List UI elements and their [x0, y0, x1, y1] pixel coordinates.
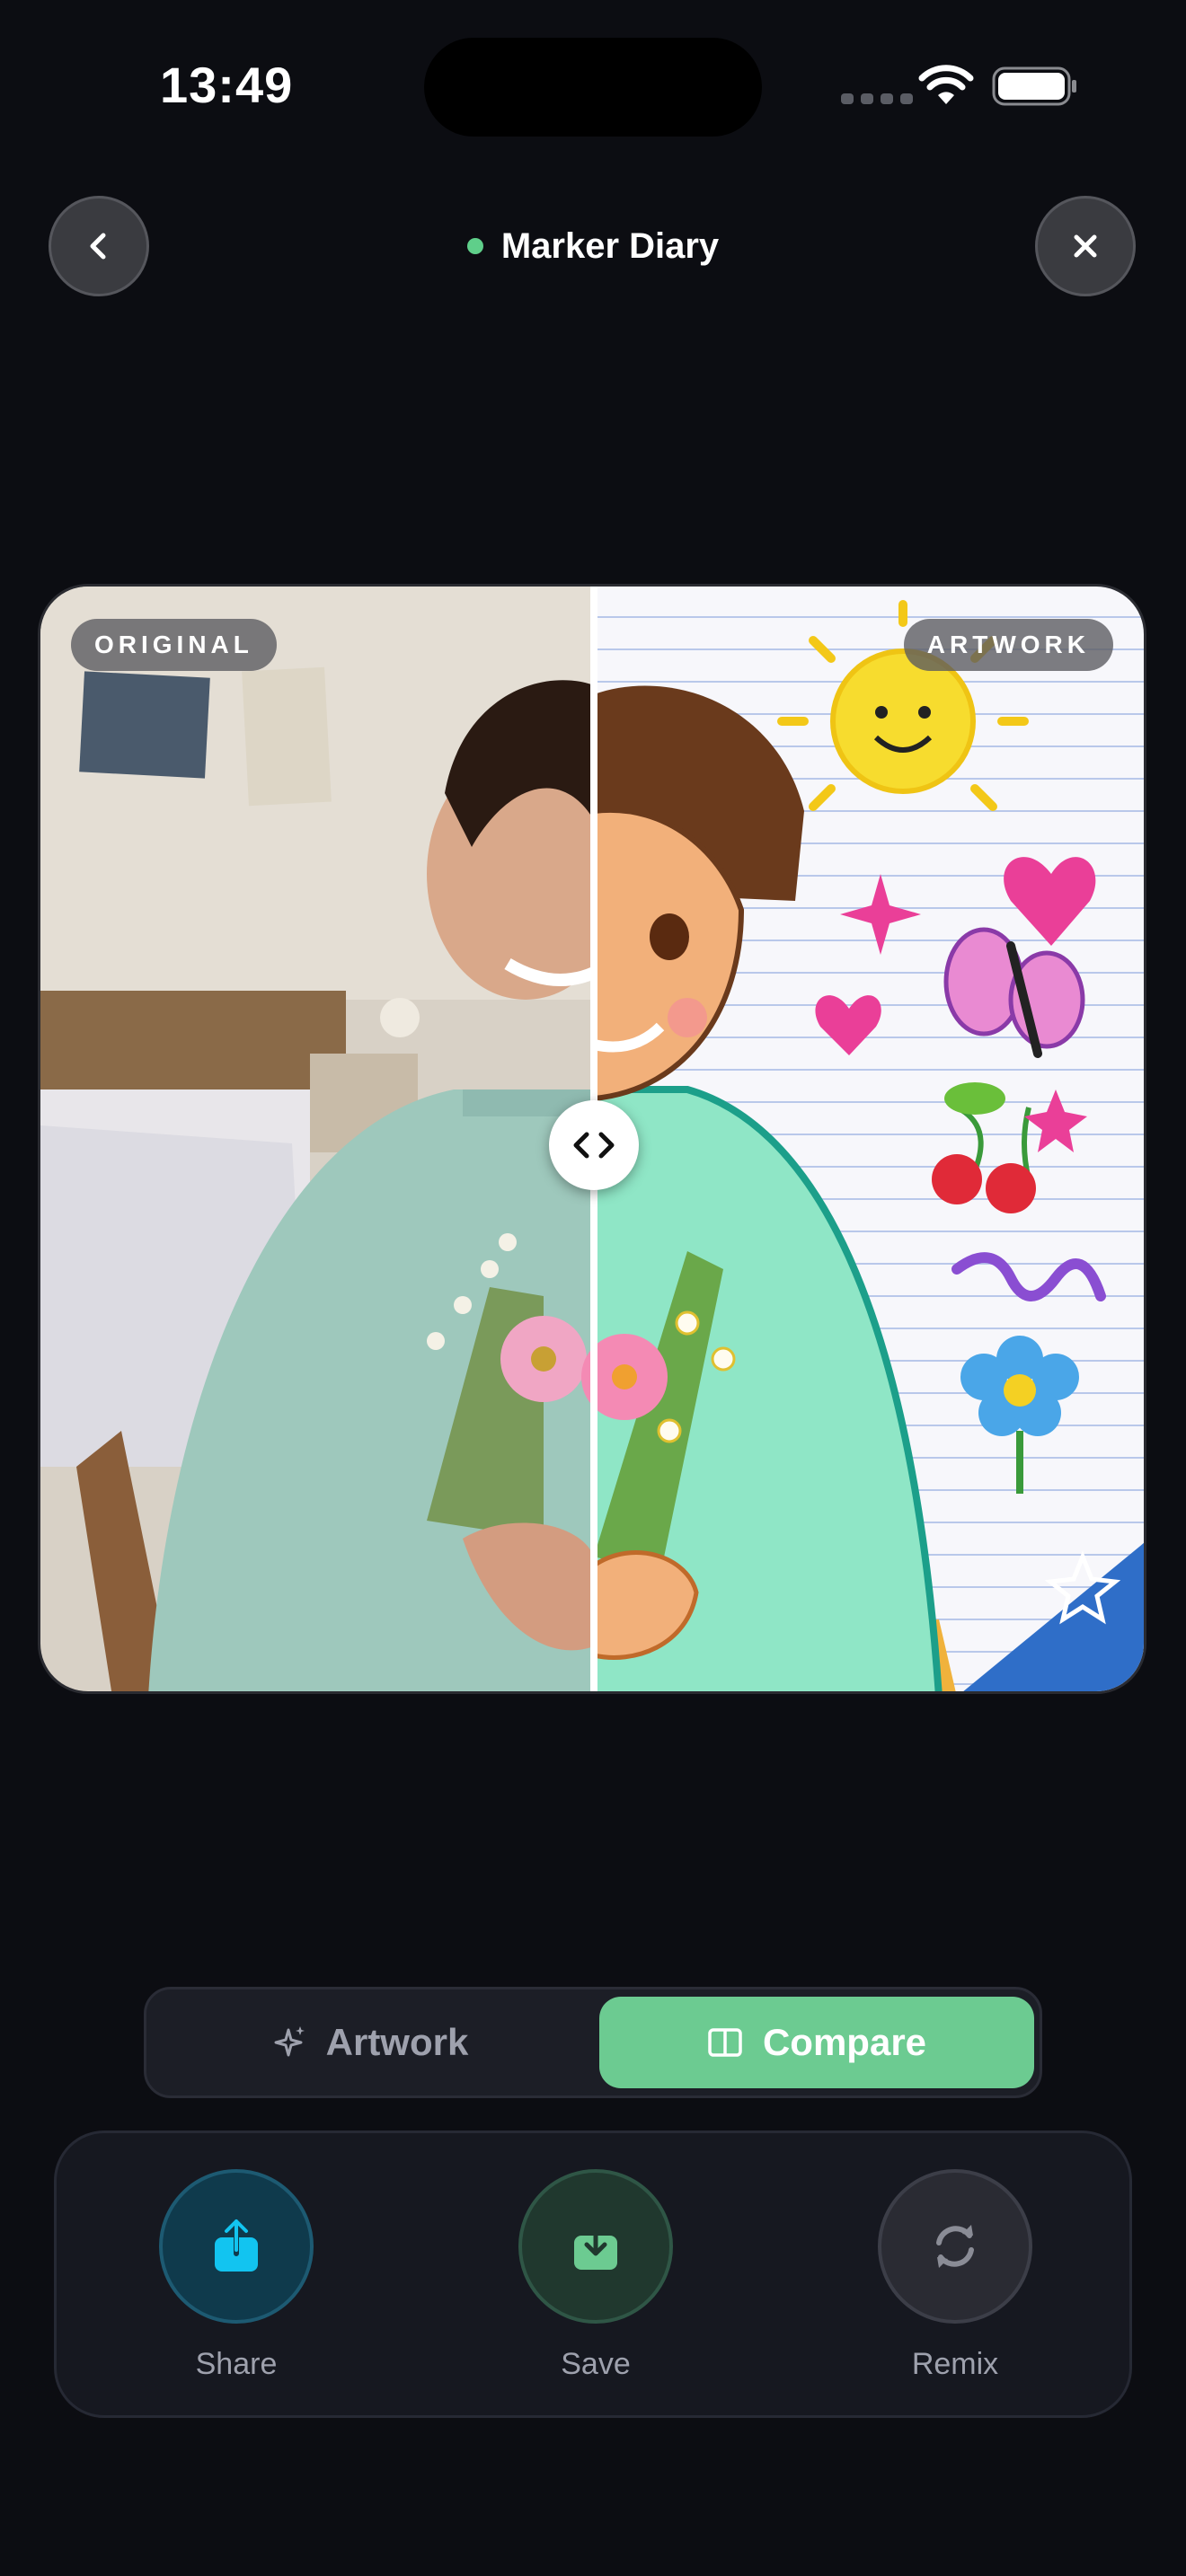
share-icon: [215, 2219, 258, 2272]
page-title: Marker Diary: [0, 219, 1186, 273]
share-label: Share: [195, 2347, 278, 2381]
page-title-text: Marker Diary: [500, 225, 720, 266]
split-view-icon: [708, 2028, 742, 2057]
sparkle-icon: [274, 2026, 305, 2057]
battery-icon: [992, 66, 1076, 106]
artwork-label: ARTWORK: [903, 619, 1113, 671]
save-button-circle[interactable]: [518, 2169, 673, 2324]
save-button[interactable]: Save: [488, 2169, 704, 2382]
tab-artwork-label: Artwork: [325, 2021, 469, 2063]
status-dot: [466, 238, 483, 254]
view-toggle: Artwork Compare: [144, 1987, 1042, 2098]
remix-button-circle[interactable]: [878, 2169, 1032, 2324]
close-button[interactable]: [1035, 196, 1136, 296]
code-arrows-icon: [573, 1132, 615, 1159]
save-label: Save: [561, 2347, 631, 2381]
tab-artwork[interactable]: Artwork: [154, 1997, 589, 2088]
share-button-circle[interactable]: [159, 2169, 314, 2324]
remix-button[interactable]: Remix: [847, 2169, 1063, 2382]
cellular-signal-icon: [841, 93, 913, 104]
wifi-icon: [918, 65, 974, 104]
tab-compare[interactable]: Compare: [599, 1997, 1034, 2088]
tab-compare-label: Compare: [762, 2021, 927, 2063]
original-photo: [40, 587, 624, 1691]
refresh-icon: [936, 2225, 974, 2268]
remix-label: Remix: [911, 2347, 999, 2381]
download-icon: [574, 2220, 617, 2270]
action-panel: Share Save Remix: [54, 2130, 1132, 2418]
compare-view[interactable]: ORIGINAL ARTWORK: [38, 584, 1146, 1694]
artwork-drawing: [581, 587, 1144, 1691]
close-icon: [1074, 234, 1097, 258]
dynamic-island: [424, 38, 762, 137]
status-time: 13:49: [160, 57, 294, 113]
original-label: ORIGINAL: [71, 619, 277, 671]
share-button[interactable]: Share: [128, 2169, 344, 2382]
compare-slider-handle[interactable]: [549, 1100, 639, 1190]
